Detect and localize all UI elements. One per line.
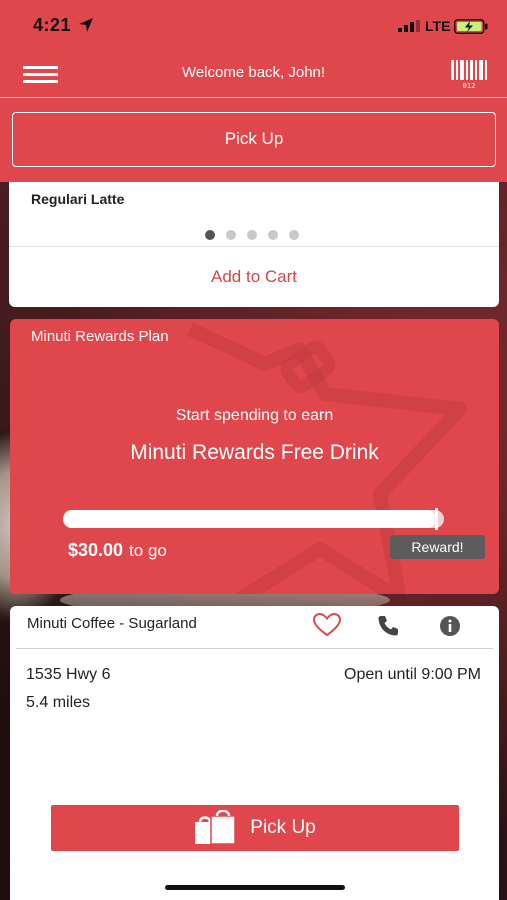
rewards-headline: Minuti Rewards Free Drink bbox=[130, 441, 379, 464]
status-bar: 4:21 LTE bbox=[0, 0, 507, 50]
product-name: Regulari Latte bbox=[31, 191, 125, 207]
welcome-title: Welcome back, John! bbox=[181, 64, 326, 81]
barcode-icon[interactable]: 012 bbox=[450, 59, 488, 89]
battery-charging-icon bbox=[454, 19, 488, 34]
order-type-selector[interactable]: Pick Up bbox=[12, 112, 496, 167]
store-hours: Open until 9:00 PM bbox=[344, 666, 481, 683]
rewards-amount: $30.00 bbox=[68, 540, 124, 560]
rewards-progress-bar bbox=[63, 510, 444, 528]
carousel-dot[interactable] bbox=[268, 230, 278, 240]
rewards-card[interactable]: Minuti Rewards Plan Start spending to ea… bbox=[10, 319, 499, 594]
barcode-number: 012 bbox=[463, 82, 476, 89]
status-time: 4:21 bbox=[33, 15, 72, 35]
divider bbox=[16, 648, 493, 649]
home-indicator[interactable] bbox=[165, 885, 345, 890]
info-icon[interactable] bbox=[439, 615, 461, 637]
pickup-button[interactable]: Pick Up bbox=[51, 805, 459, 851]
carousel-dots[interactable] bbox=[205, 230, 299, 240]
rewards-subtitle: Start spending to earn bbox=[175, 407, 334, 424]
store-name: Minuti Coffee - Sugarland bbox=[27, 615, 197, 632]
pickup-button-label: Pick Up bbox=[250, 817, 316, 838]
add-to-cart-button[interactable]: Add to Cart bbox=[9, 252, 499, 302]
phone-icon[interactable] bbox=[376, 614, 400, 638]
shopping-bags-icon bbox=[195, 810, 237, 845]
signal-bars-icon bbox=[398, 20, 420, 32]
reward-badge: Reward! bbox=[390, 535, 485, 559]
carousel-dot[interactable] bbox=[247, 230, 257, 240]
carousel-dot[interactable] bbox=[289, 230, 299, 240]
location-arrow-icon bbox=[79, 18, 93, 32]
carousel-dot[interactable] bbox=[226, 230, 236, 240]
status-network: LTE bbox=[425, 18, 451, 34]
top-bar: 4:21 LTE Welcome back, John! 012 Pick Up bbox=[0, 0, 507, 182]
store-distance: 5.4 miles bbox=[26, 694, 91, 711]
product-card: Regulari Latte Add to Cart bbox=[9, 182, 499, 307]
divider bbox=[9, 246, 499, 247]
heart-icon[interactable] bbox=[313, 613, 341, 637]
rewards-progress-marker bbox=[435, 508, 438, 530]
rewards-progress-fill bbox=[63, 510, 437, 528]
store-address: 1535 Hwy 6 bbox=[26, 666, 111, 683]
carousel-dot[interactable] bbox=[205, 230, 215, 240]
amount-row: $30.00 to go bbox=[68, 540, 167, 561]
location-card: Minuti Coffee - Sugarland 1535 Hwy 6 5.4… bbox=[10, 606, 499, 900]
rewards-plan-title: Minuti Rewards Plan bbox=[31, 328, 169, 345]
app-header: Welcome back, John! 012 bbox=[0, 50, 507, 98]
rewards-amount-suffix: to go bbox=[129, 541, 167, 560]
